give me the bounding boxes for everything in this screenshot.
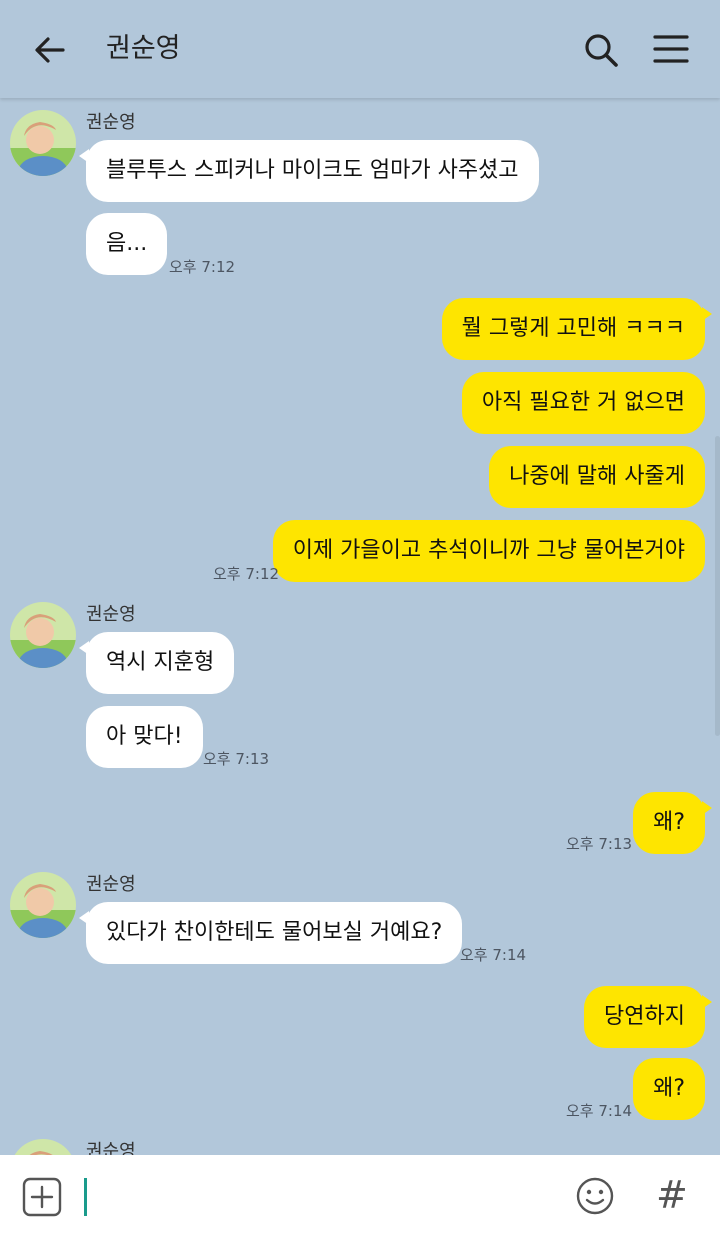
message-text: 아 맞다! <box>106 724 183 749</box>
message-bubble-incoming[interactable]: 아 맞다! <box>86 706 203 768</box>
plus-square-icon <box>22 1177 62 1217</box>
message-bubble-outgoing[interactable]: 왜? <box>633 792 712 854</box>
message-text: 역시 지훈형 <box>106 650 215 675</box>
message-bubble-outgoing[interactable]: 이제 가을이고 추석이니까 그냥 물어본거야 <box>272 520 705 582</box>
sender-name: 권순영 <box>86 112 136 133</box>
smiley-icon <box>576 1177 614 1215</box>
message-time: 오후 7:14 <box>460 946 527 964</box>
profile-photo <box>10 1139 76 1155</box>
message-text: 뭘 그렇게 고민해 ㅋㅋㅋ <box>461 316 685 341</box>
chat-header: 권순영 <box>0 0 720 98</box>
message-input[interactable] <box>84 1178 554 1218</box>
message-text: 왜? <box>653 1076 685 1101</box>
message-bubble-incoming[interactable]: 역시 지훈형 <box>78 632 235 694</box>
message-list[interactable]: 권순영 블루투스 스피커나 마이크도 엄마가 사주셨고 음... 오후 7:12… <box>0 98 720 1155</box>
message-text: 이제 가을이고 추석이니까 그냥 물어본거야 <box>292 538 685 563</box>
message-bubble-outgoing[interactable]: 뭘 그렇게 고민해 ㅋㅋㅋ <box>441 298 713 360</box>
hashtag-icon: # <box>656 1173 688 1217</box>
avatar[interactable] <box>10 1139 76 1155</box>
chat-title: 권순영 <box>106 33 181 64</box>
message-bubble-outgoing[interactable]: 나중에 말해 사줄게 <box>489 446 705 508</box>
avatar[interactable] <box>10 872 76 938</box>
search-button[interactable] <box>578 27 624 73</box>
message-time: 오후 7:12 <box>213 565 280 583</box>
emoji-button[interactable] <box>575 1176 615 1220</box>
profile-photo <box>10 602 76 668</box>
text-cursor <box>84 1178 87 1216</box>
menu-button[interactable] <box>648 27 694 73</box>
message-time: 오후 7:12 <box>169 258 236 276</box>
message-bubble-outgoing[interactable]: 왜? <box>633 1058 705 1120</box>
message-text: 당연하지 <box>604 1004 685 1029</box>
sender-name: 권순영 <box>86 1141 136 1155</box>
arrow-left-icon <box>35 37 65 63</box>
message-bubble-incoming[interactable]: 있다가 찬이한테도 물어보실 거예요? <box>78 902 463 964</box>
message-bubble-incoming[interactable]: 음... <box>86 213 168 275</box>
message-time: 오후 7:13 <box>203 750 270 768</box>
message-text: 아직 필요한 거 없으면 <box>481 390 685 415</box>
message-text: 왜? <box>653 810 685 835</box>
sender-name: 권순영 <box>86 874 136 895</box>
search-icon <box>585 34 618 67</box>
message-bubble-incoming[interactable]: 블루투스 스피커나 마이크도 엄마가 사주셨고 <box>79 140 539 202</box>
message-text: 음... <box>106 231 148 256</box>
message-time: 오후 7:13 <box>566 835 633 853</box>
profile-photo <box>10 110 76 176</box>
hashtag-button[interactable]: # <box>656 1173 688 1217</box>
message-bubble-outgoing[interactable]: 아직 필요한 거 없으면 <box>461 372 705 434</box>
message-text: 나중에 말해 사줄게 <box>509 464 685 489</box>
scrollbar[interactable] <box>715 436 720 736</box>
back-button[interactable] <box>27 27 73 73</box>
message-text: 있다가 찬이한테도 물어보실 거예요? <box>106 920 443 945</box>
avatar[interactable] <box>10 602 76 668</box>
profile-photo <box>10 872 76 938</box>
hamburger-menu-icon <box>653 35 689 63</box>
message-text: 블루투스 스피커나 마이크도 엄마가 사주셨고 <box>106 158 519 183</box>
message-bubble-outgoing[interactable]: 당연하지 <box>584 986 712 1048</box>
message-input-bar: # <box>0 1155 720 1238</box>
message-time: 오후 7:14 <box>566 1102 633 1120</box>
sender-name: 권순영 <box>86 604 136 625</box>
add-attachment-button[interactable] <box>22 1177 62 1221</box>
avatar[interactable] <box>10 110 76 176</box>
